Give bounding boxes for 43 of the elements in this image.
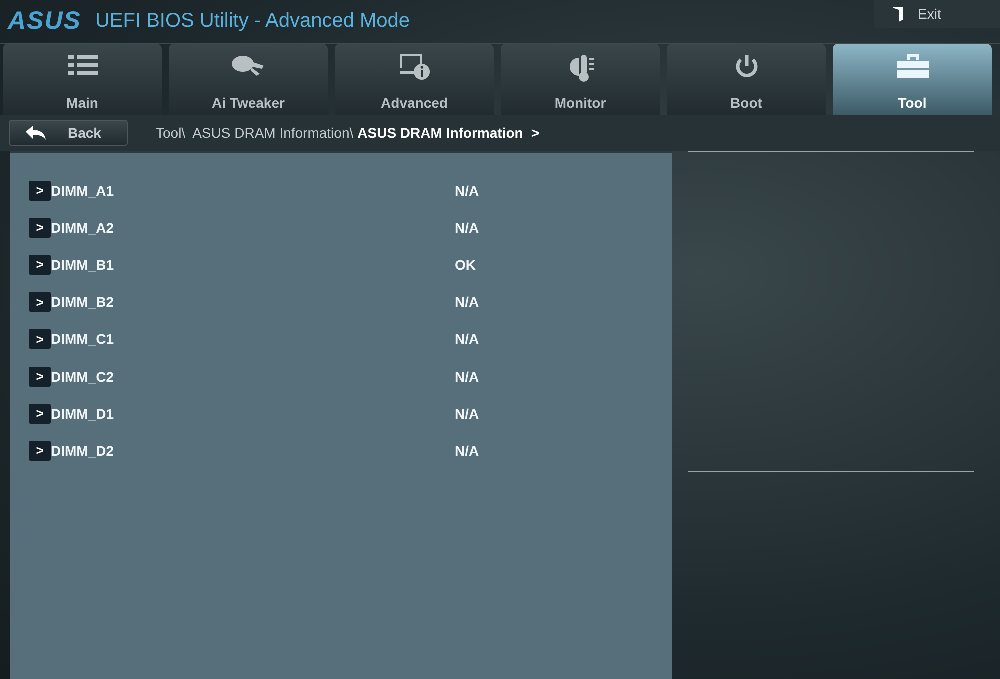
expand-button[interactable]: > [29, 254, 51, 275]
dimm-status: N/A [455, 182, 480, 199]
dimm-status: N/A [455, 406, 480, 422]
dimm-name: DIMM_C2 [51, 368, 116, 385]
dimm-status: N/A [455, 294, 480, 310]
door-icon [892, 6, 904, 22]
expand-button[interactable]: > [29, 366, 51, 387]
monitor-info-icon [400, 54, 430, 80]
expand-button[interactable]: > [29, 440, 51, 461]
window-title: UEFI BIOS Utility - Advanced Mode [95, 10, 410, 33]
dimm-name: DIMM_D2 [51, 442, 116, 459]
breadcrumb-path: Tool\ ASUS DRAM Information\ [156, 125, 354, 141]
toolbox-icon [896, 54, 928, 78]
dimm-name: DIMM_D1 [51, 406, 116, 422]
dimm-status: OK [455, 256, 476, 273]
dimm-name: DIMM_B1 [51, 256, 116, 273]
expand-button[interactable]: > [29, 404, 51, 424]
dimm-status: N/A [455, 220, 480, 236]
dimm-name: DIMM_C1 [51, 331, 116, 348]
expand-button[interactable]: > [29, 292, 51, 312]
tab[interactable]: Advanced [335, 44, 494, 115]
tab[interactable]: Boot [667, 44, 826, 115]
power-icon [734, 54, 760, 80]
expand-button[interactable]: > [29, 329, 51, 350]
dimm-name: DIMM_A2 [51, 220, 116, 236]
dimm-status: N/A [455, 442, 480, 459]
tab[interactable]: Main [3, 44, 162, 115]
dimm-name: DIMM_B2 [51, 294, 116, 310]
back-arrow-icon [26, 126, 46, 140]
expand-button[interactable]: > [29, 180, 51, 201]
breadcrumb-arrow: > [531, 125, 540, 141]
tab[interactable]: Monitor [501, 44, 660, 115]
asus-logo: ASUS [8, 7, 82, 36]
tab[interactable]: Tool [833, 44, 992, 115]
breadcrumb-current: ASUS DRAM Information [358, 125, 524, 141]
dimm-status: N/A [455, 368, 480, 385]
tab[interactable]: Ai Tweaker [169, 44, 328, 115]
dimm-status: N/A [455, 331, 480, 348]
back-button[interactable]: Back [9, 120, 128, 146]
list-icon [68, 54, 98, 76]
expand-button[interactable]: > [29, 218, 51, 238]
dimm-name: DIMM_A1 [51, 182, 116, 199]
exit-button[interactable]: Exit [874, 0, 1000, 28]
